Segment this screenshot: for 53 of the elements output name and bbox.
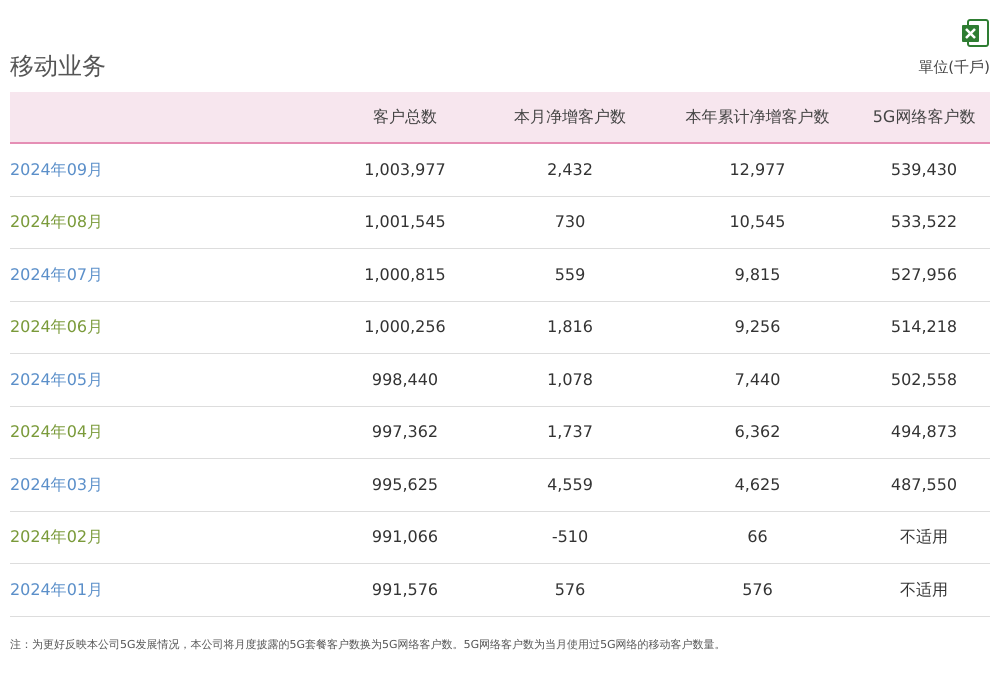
month-link[interactable]: 2024年01月: [10, 578, 330, 602]
column-header: 5G网络客户数: [872, 106, 976, 128]
table-cell-text: 1,078: [546, 368, 594, 391]
table-cell-text: 576: [554, 578, 586, 601]
table-cell-text: 不适用: [899, 526, 949, 548]
month-link[interactable]: 2024年08月: [10, 210, 330, 234]
month-link[interactable]: 2024年06月: [10, 315, 330, 340]
unit-label: 單位(千戶): [918, 56, 990, 78]
table-cell-text: 998,440: [370, 368, 440, 391]
column-header: 本年累计净增客户数: [684, 106, 830, 128]
table-cell-text: 4,625: [734, 474, 782, 496]
table-cell-text: 1,001,545: [363, 211, 447, 234]
table-cell-text: 533,522: [890, 211, 958, 234]
table-cell-text: 不适用: [899, 578, 949, 601]
month-link[interactable]: 2024年04月: [10, 420, 330, 444]
table-cell-text: 9,256: [734, 316, 782, 338]
column-header: 本月净增客户数: [513, 106, 627, 128]
table-cell-text: 12,977: [728, 158, 786, 181]
table-cell-text: 502,558: [890, 368, 958, 391]
table-cell-text: 527,956: [890, 264, 958, 286]
footnote: 注：为更好反映本公司5G发展情况，本公司将月度披露的5G套餐客户数换为5G网络客户数。5G网络客户数为当月使用过5G网络的移动客户数量。: [10, 636, 727, 652]
table-cell-text: 66: [746, 526, 769, 548]
table-cell-text: 730: [554, 211, 586, 234]
table-cell-text: 4,559: [546, 474, 594, 496]
table-cell-text: 494,873: [890, 421, 958, 444]
table-cell-text: 991,576: [370, 578, 440, 601]
table-cell-text: 9,815: [734, 264, 782, 286]
table-cell-text: 991,066: [370, 526, 440, 548]
month-link[interactable]: 2024年05月: [10, 368, 330, 392]
table-cell-text: 997,362: [370, 421, 440, 444]
month-link[interactable]: 2024年03月: [10, 472, 330, 497]
table-cell-text: 10,545: [728, 211, 786, 234]
section-title: 移动业务: [10, 54, 106, 78]
table-cell-text: 2,432: [546, 158, 594, 181]
month-link[interactable]: 2024年09月: [10, 158, 330, 182]
table-cell-text: 576: [741, 578, 774, 601]
table-cell-text: 1,000,815: [363, 264, 447, 286]
table-cell-text: 1,003,977: [363, 158, 447, 181]
table-cell-text: 995,625: [370, 474, 440, 496]
column-header: 客户总数: [372, 106, 438, 128]
table-cell-text: 7,440: [734, 368, 782, 391]
table-cell-text: 559: [554, 264, 586, 286]
table-cell-text: 1,737: [546, 421, 594, 444]
table-cell-text: -510: [550, 526, 590, 548]
table-cell-text: 539,430: [890, 158, 958, 181]
spreadsheet-icon[interactable]: [960, 18, 990, 48]
month-link[interactable]: 2024年07月: [10, 262, 330, 287]
month-link[interactable]: 2024年02月: [10, 525, 330, 550]
table-cell-text: 487,550: [890, 474, 958, 496]
table-cell-text: 1,000,256: [363, 316, 447, 338]
table-cell-text: 1,816: [546, 316, 594, 338]
table-cell-text: 514,218: [890, 316, 958, 338]
table-cell-text: 6,362: [734, 421, 782, 444]
